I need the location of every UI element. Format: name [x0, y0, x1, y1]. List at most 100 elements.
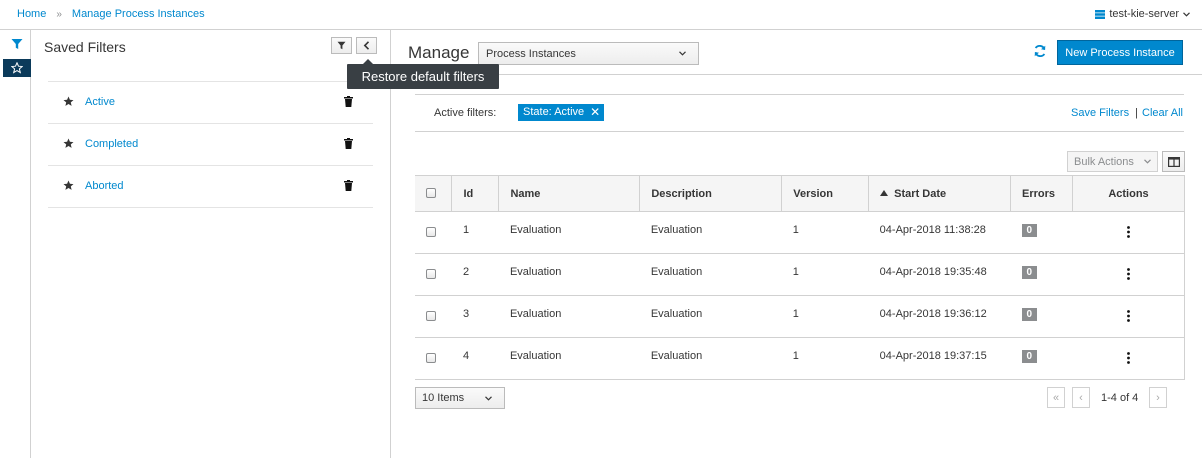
- kebab-menu-icon[interactable]: [1127, 268, 1130, 280]
- process-instances-table: Id Name Description Version Start Date E…: [415, 175, 1185, 380]
- active-filters-bar: Active filters: State: Active ✕ Save Fil…: [415, 94, 1184, 132]
- start-date-label: Start Date: [894, 187, 947, 200]
- left-icon-rail: [0, 30, 31, 458]
- column-header-version[interactable]: Version: [781, 175, 870, 212]
- star-icon: [63, 138, 74, 148]
- trash-icon[interactable]: [344, 180, 353, 191]
- saved-filters-tab[interactable]: [3, 59, 31, 77]
- bulk-actions-button[interactable]: Bulk Actions: [1067, 151, 1158, 172]
- breadcrumb: Home » Manage Process Instances: [17, 8, 205, 20]
- column-header-actions: Actions: [1072, 175, 1185, 212]
- cell-start-date: 04-Apr-2018 11:38:28: [868, 211, 1011, 254]
- cell-name: Evaluation: [498, 253, 640, 296]
- errors-badge: 0: [1021, 350, 1038, 363]
- cell-name: Evaluation: [498, 295, 640, 338]
- column-picker-button[interactable]: [1162, 151, 1185, 172]
- active-filter-chip: State: Active ✕: [518, 104, 605, 121]
- column-header-id[interactable]: Id: [451, 175, 500, 212]
- kebab-menu-icon[interactable]: [1127, 352, 1130, 364]
- cell-description: Evaluation: [639, 253, 782, 296]
- link-separator: |: [1135, 107, 1138, 119]
- cell-version: 1: [781, 253, 869, 296]
- cell-id: 2: [451, 253, 499, 296]
- cell-name: Evaluation: [498, 337, 640, 380]
- row-checkbox[interactable]: [426, 353, 436, 363]
- filter-icon[interactable]: [11, 38, 23, 50]
- cell-id: 4: [451, 337, 499, 380]
- server-icon: [1095, 9, 1106, 19]
- column-header-description[interactable]: Description: [639, 175, 783, 212]
- row-checkbox[interactable]: [426, 311, 436, 321]
- trash-icon[interactable]: [344, 96, 353, 107]
- cell-version: 1: [781, 295, 869, 338]
- prev-page-button[interactable]: ‹: [1072, 387, 1090, 408]
- saved-filter-label[interactable]: Active: [85, 96, 115, 108]
- column-header-name[interactable]: Name: [498, 175, 641, 212]
- select-all-cell: [415, 175, 453, 212]
- table-header-row: Id Name Description Version Start Date E…: [415, 175, 1185, 212]
- saved-filters-list: Active Completed Aborted: [48, 81, 373, 208]
- row-checkbox[interactable]: [426, 227, 436, 237]
- saved-filter-item-aborted[interactable]: Aborted: [48, 166, 373, 208]
- saved-filter-label[interactable]: Aborted: [85, 180, 124, 192]
- breadcrumb-home[interactable]: Home: [17, 8, 46, 20]
- errors-badge: 0: [1021, 308, 1038, 321]
- table-row[interactable]: 1 Evaluation Evaluation 1 04-Apr-2018 11…: [415, 211, 1185, 254]
- close-icon[interactable]: ✕: [590, 106, 600, 118]
- cell-start-date: 04-Apr-2018 19:35:48: [868, 253, 1011, 296]
- cell-name: Evaluation: [498, 211, 640, 254]
- new-process-instance-button[interactable]: New Process Instance: [1057, 40, 1183, 65]
- cell-start-date: 04-Apr-2018 19:37:15: [868, 337, 1011, 380]
- row-checkbox[interactable]: [426, 269, 436, 279]
- divider: [392, 74, 1202, 75]
- active-filters-label: Active filters:: [434, 107, 497, 119]
- server-selector[interactable]: test-kie-server: [1095, 8, 1190, 20]
- restore-default-filters-tooltip: Restore default filters: [347, 59, 499, 89]
- kebab-menu-icon[interactable]: [1127, 310, 1130, 322]
- chevron-down-icon: [1183, 11, 1190, 17]
- manage-label: Manage: [408, 43, 470, 62]
- breadcrumb-current[interactable]: Manage Process Instances: [72, 8, 205, 20]
- refresh-icon[interactable]: [1033, 44, 1047, 58]
- top-bar: Home » Manage Process Instances test-kie…: [0, 0, 1202, 30]
- column-header-start-date[interactable]: Start Date: [868, 175, 1012, 212]
- page-size-select[interactable]: 10 Items: [415, 387, 505, 409]
- trash-icon[interactable]: [344, 138, 353, 149]
- clear-all-link[interactable]: Clear All: [1142, 107, 1183, 119]
- view-select-value: Process Instances: [486, 48, 576, 60]
- bulk-actions-label: Bulk Actions: [1074, 156, 1134, 168]
- saved-filter-label[interactable]: Completed: [85, 138, 138, 150]
- star-icon: [63, 180, 74, 190]
- restore-default-filters-button[interactable]: [331, 37, 352, 54]
- save-filters-link[interactable]: Save Filters: [1071, 107, 1129, 119]
- column-header-errors[interactable]: Errors: [1010, 175, 1074, 212]
- kebab-menu-icon[interactable]: [1127, 226, 1130, 238]
- star-icon: [63, 96, 74, 106]
- chevron-left-icon: [363, 41, 370, 50]
- view-select[interactable]: Process Instances: [478, 42, 699, 65]
- select-all-checkbox[interactable]: [426, 188, 436, 198]
- table-row[interactable]: 2 Evaluation Evaluation 1 04-Apr-2018 19…: [415, 253, 1185, 296]
- saved-filter-item-active[interactable]: Active: [48, 82, 373, 124]
- chevron-down-icon: [1144, 159, 1151, 164]
- saved-filter-item-completed[interactable]: Completed: [48, 124, 373, 166]
- columns-icon: [1167, 156, 1180, 167]
- filter-icon: [337, 41, 346, 50]
- cell-version: 1: [781, 211, 869, 254]
- cell-description: Evaluation: [639, 337, 782, 380]
- cell-id: 1: [451, 211, 499, 254]
- table-scroll-edge: [1184, 175, 1185, 380]
- table-row[interactable]: 3 Evaluation Evaluation 1 04-Apr-2018 19…: [415, 295, 1185, 338]
- star-icon: [11, 62, 23, 74]
- page-size-value: 10 Items: [422, 392, 465, 404]
- next-page-button[interactable]: ›: [1149, 387, 1167, 408]
- saved-filters-panel: Saved Filters Active Completed Aborted: [31, 30, 391, 458]
- cell-description: Evaluation: [639, 295, 782, 338]
- cell-start-date: 04-Apr-2018 19:36:12: [868, 295, 1011, 338]
- first-page-button[interactable]: «: [1047, 387, 1065, 408]
- table-row[interactable]: 4 Evaluation Evaluation 1 04-Apr-2018 19…: [415, 337, 1185, 380]
- chevron-down-icon: [679, 51, 686, 56]
- collapse-panel-button[interactable]: [356, 37, 377, 54]
- saved-filters-title: Saved Filters: [44, 39, 126, 55]
- cell-id: 3: [451, 295, 499, 338]
